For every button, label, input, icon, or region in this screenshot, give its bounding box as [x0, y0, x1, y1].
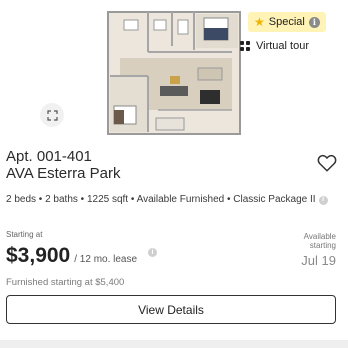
available-label: Available starting	[303, 232, 336, 250]
community-name[interactable]: AVA Esterra Park	[6, 165, 121, 183]
info-icon: i	[308, 16, 320, 28]
available-date: Jul 19	[301, 253, 336, 268]
expand-icon	[46, 109, 58, 121]
unit-title[interactable]: Apt. 001-401	[6, 148, 92, 166]
lease-term: / 12 mo. lease	[74, 254, 138, 265]
favorite-heart-icon[interactable]	[317, 154, 337, 172]
info-icon[interactable]: i	[318, 195, 328, 205]
virtual-tour-link[interactable]: Virtual tour	[240, 40, 309, 52]
grid-icon	[240, 41, 250, 51]
furnished-price: Furnished starting at $5,400	[6, 277, 125, 288]
unit-details: 2 beds • 2 baths • 1225 sqft • Available…	[6, 194, 328, 206]
bottom-divider	[0, 340, 348, 348]
floor-plan-image[interactable]	[100, 6, 250, 138]
virtual-tour-label: Virtual tour	[256, 40, 309, 52]
price: $3,900	[6, 244, 71, 267]
listing-hero[interactable]: ★ Special i Virtual tour	[0, 0, 348, 144]
star-icon: ★	[254, 15, 265, 29]
unit-details-text: 2 beds • 2 baths • 1225 sqft • Available…	[6, 194, 316, 205]
special-label: Special	[268, 16, 305, 28]
starting-at-label: Starting at	[6, 230, 43, 239]
special-badge[interactable]: ★ Special i	[248, 12, 326, 32]
price-row: $3,900 / 12 mo. lease	[6, 244, 137, 268]
price-info-icon[interactable]: i	[148, 248, 157, 257]
expand-image-button[interactable]	[40, 103, 64, 127]
view-details-button[interactable]: View Details	[6, 295, 336, 324]
